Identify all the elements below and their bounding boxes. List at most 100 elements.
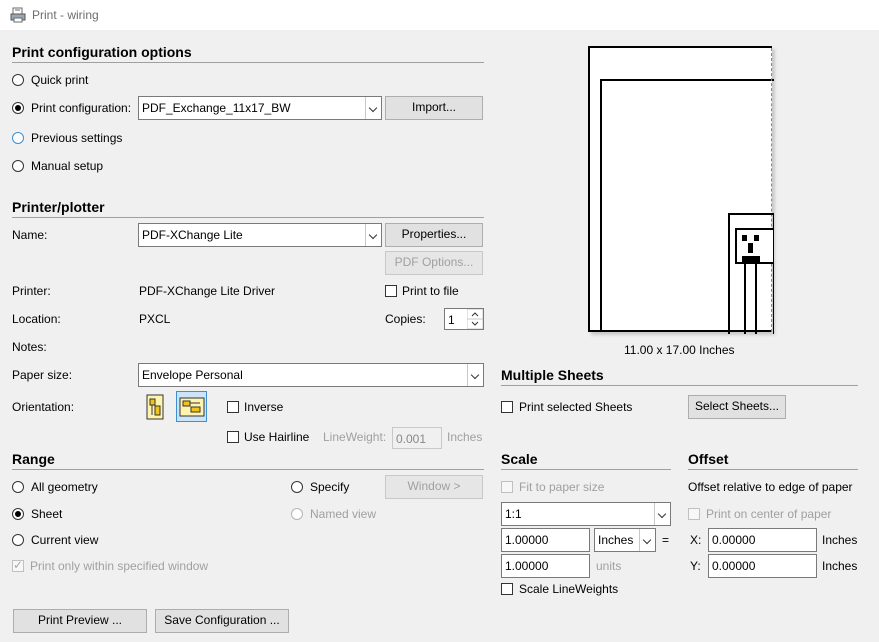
scale-drawing-value: 1.00000 xyxy=(505,559,549,573)
print-selected-sheets-checkbox[interactable] xyxy=(501,401,513,413)
pdf-options-button[interactable]: PDF Options... xyxy=(385,251,483,275)
scale-paper-value: 1.00000 xyxy=(505,533,549,547)
offset-relative-label: Offset relative to edge of paper xyxy=(688,480,853,494)
lineweight-input[interactable]: 0.001 xyxy=(392,427,442,449)
spin-arrows-icon[interactable] xyxy=(467,309,483,329)
quick-print-label: Quick print xyxy=(31,73,89,87)
use-hairline-checkbox[interactable] xyxy=(227,431,239,443)
offset-x-unit: Inches xyxy=(822,533,858,547)
divider xyxy=(12,217,484,218)
print-selected-sheets-label: Print selected Sheets xyxy=(519,400,633,414)
all-geometry-radio[interactable] xyxy=(12,481,24,493)
quick-print-radio[interactable] xyxy=(12,74,24,86)
paper-size-label: Paper size: xyxy=(12,368,73,382)
current-view-label: Current view xyxy=(31,533,99,547)
name-label: Name: xyxy=(12,228,48,242)
properties-button[interactable]: Properties... xyxy=(385,223,483,247)
scale-paper-input[interactable]: 1.00000 xyxy=(501,528,590,552)
multiple-sheets-heading: Multiple Sheets xyxy=(501,367,604,383)
orientation-label: Orientation: xyxy=(12,400,75,414)
print-only-window-label: Print only within specified window xyxy=(30,559,209,573)
copies-value: 1 xyxy=(448,313,455,327)
scale-unit-value: Inches xyxy=(598,533,634,547)
scale-ratio-select[interactable]: 1:1 xyxy=(501,502,671,526)
paper-size-select[interactable]: Envelope Personal xyxy=(138,363,484,387)
scale-lineweights-label: Scale LineWeights xyxy=(519,582,619,596)
save-configuration-button[interactable]: Save Configuration ... xyxy=(155,609,289,633)
portrait-orientation-icon[interactable] xyxy=(144,393,168,421)
offset-x-input[interactable]: 0.00000 xyxy=(708,528,817,552)
import-button[interactable]: Import... xyxy=(385,96,483,120)
print-configuration-value: PDF_Exchange_11x17_BW xyxy=(142,101,291,115)
print-preview-button[interactable]: Print Preview ... xyxy=(13,609,147,633)
named-view-label: Named view xyxy=(310,507,377,521)
divider xyxy=(12,62,484,63)
scale-heading: Scale xyxy=(501,451,538,467)
print-configuration-radio[interactable] xyxy=(12,102,24,114)
offset-y-unit: Inches xyxy=(822,559,858,573)
location-value: PXCL xyxy=(139,312,171,326)
scale-ratio-value: 1:1 xyxy=(505,507,522,521)
title-bar xyxy=(0,0,879,30)
chevron-down-icon xyxy=(639,529,655,551)
print-to-file-checkbox[interactable] xyxy=(385,285,397,297)
previous-settings-radio[interactable] xyxy=(12,132,24,144)
location-label: Location: xyxy=(12,312,61,326)
use-hairline-label: Use Hairline xyxy=(244,430,310,444)
specify-radio[interactable] xyxy=(291,481,303,493)
copies-stepper[interactable]: 1 xyxy=(444,308,484,330)
fit-to-paper-label: Fit to paper size xyxy=(519,480,605,494)
printer-name-value: PDF-XChange Lite xyxy=(142,228,243,242)
landscape-orientation-icon xyxy=(179,397,205,417)
all-geometry-label: All geometry xyxy=(31,480,98,494)
scale-lineweights-checkbox[interactable] xyxy=(501,583,513,595)
equals-sign: = xyxy=(662,533,670,547)
select-sheets-button[interactable]: Select Sheets... xyxy=(688,395,786,419)
scale-drawing-input[interactable]: 1.00000 xyxy=(501,554,590,578)
paper-size-value: Envelope Personal xyxy=(142,368,243,382)
sheet-label: Sheet xyxy=(31,507,63,521)
print-to-file-label: Print to file xyxy=(402,284,459,298)
offset-y-value: 0.00000 xyxy=(712,559,756,573)
print-preview-page xyxy=(588,46,774,334)
lineweight-unit: Inches xyxy=(447,430,483,444)
window-title: Print - wiring xyxy=(32,8,99,22)
chevron-down-icon xyxy=(365,97,381,119)
landscape-orientation-button[interactable] xyxy=(176,391,207,422)
scale-unit-select[interactable]: Inches xyxy=(594,528,656,552)
current-view-radio[interactable] xyxy=(12,534,24,546)
units-label: units xyxy=(596,559,622,573)
printer-plotter-heading: Printer/plotter xyxy=(12,199,105,215)
offset-x-label: X: xyxy=(690,533,702,547)
manual-setup-radio[interactable] xyxy=(12,160,24,172)
fit-to-paper-checkbox[interactable] xyxy=(501,481,513,493)
chevron-down-icon xyxy=(365,224,381,246)
inverse-checkbox[interactable] xyxy=(227,401,239,413)
offset-x-value: 0.00000 xyxy=(712,533,756,547)
manual-setup-label: Manual setup xyxy=(31,159,104,173)
print-configuration-label: Print configuration: xyxy=(31,101,132,115)
paper-dimensions-caption: 11.00 x 17.00 Inches xyxy=(624,343,735,357)
notes-label: Notes: xyxy=(12,340,47,354)
printer-app-icon xyxy=(10,7,26,23)
inverse-label: Inverse xyxy=(244,400,284,414)
named-view-radio[interactable] xyxy=(291,508,303,520)
chevron-down-icon xyxy=(467,364,483,386)
divider xyxy=(688,469,858,470)
print-config-heading: Print configuration options xyxy=(12,44,192,60)
print-configuration-select[interactable]: PDF_Exchange_11x17_BW xyxy=(138,96,382,120)
offset-y-label: Y: xyxy=(690,559,701,573)
center-on-paper-checkbox[interactable] xyxy=(688,508,700,520)
sheet-radio[interactable] xyxy=(12,508,24,520)
offset-y-input[interactable]: 0.00000 xyxy=(708,554,817,578)
lineweight-label: LineWeight: xyxy=(323,430,387,444)
lineweight-value: 0.001 xyxy=(396,432,427,446)
printer-value: PDF-XChange Lite Driver xyxy=(139,284,276,298)
offset-heading: Offset xyxy=(688,451,729,467)
window-button[interactable]: Window > xyxy=(385,475,483,499)
specify-label: Specify xyxy=(310,480,350,494)
divider xyxy=(12,469,484,470)
divider xyxy=(501,469,671,470)
printer-name-select[interactable]: PDF-XChange Lite xyxy=(138,223,382,247)
print-only-window-checkbox[interactable] xyxy=(12,558,24,572)
